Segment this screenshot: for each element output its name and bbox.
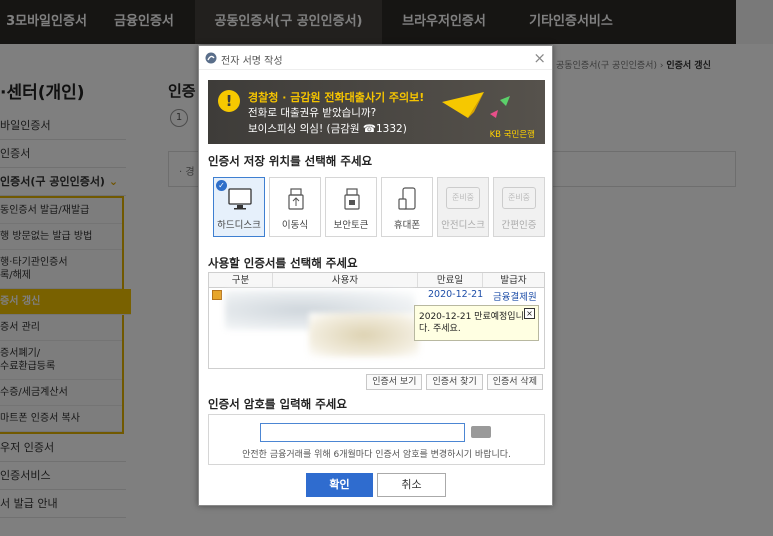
tooltip-text: 2020-12-21 만료예정입니다. 주세요. [419, 312, 524, 334]
virtual-keyboard-icon[interactable] [471, 426, 491, 438]
col-type[interactable]: 구분 [209, 273, 273, 287]
safe-disk-icon: 준비중 [446, 187, 480, 209]
storage-label-simple-auth: 간편인증 [501, 220, 537, 231]
banner-headline: 경찰청 · 금감원 전화대출사기 주의보! [248, 91, 425, 104]
storage-label-safe-disk: 안전디스크 [441, 220, 485, 231]
dialog-titlebar[interactable]: 전자 서명 작성 × [199, 46, 552, 70]
kb-logo: KB 국민은행 [489, 130, 535, 140]
cert-table: 구분 사용자 만료일 발급자 2020-12-21 금융결제원 2020-12-… [208, 272, 545, 369]
monitor-icon [228, 188, 252, 210]
dialog-title: 전자 서명 작성 [221, 56, 283, 67]
banner-line2: 전화로 대출권유 받았습니까? [248, 107, 377, 119]
phone-icon [398, 187, 416, 210]
storage-selector: ✓ 하드디스크 이동식 보안토큰 휴대폰 준비중 안전디스크 준비중 간편인증 [213, 177, 545, 237]
cert-expiry: 2020-12-21 [428, 289, 484, 300]
cancel-button[interactable]: 취소 [377, 473, 446, 497]
paper-plane-icon [442, 92, 510, 118]
cert-action-buttons: 인증서 보기 인증서 찾기 인증서 삭제 [366, 374, 543, 390]
storage-simple-auth: 준비중 간편인증 [493, 177, 545, 237]
tooltip-close-icon[interactable]: × [524, 308, 535, 319]
delete-cert-button[interactable]: 인증서 삭제 [486, 374, 543, 390]
storage-label-removable: 이동식 [281, 220, 309, 231]
storage-label-phone: 휴대폰 [393, 220, 421, 231]
password-box: 안전한 금융거래를 위해 6개월마다 인증서 암호를 변경하시기 바랍니다. [208, 414, 545, 465]
redacted-area-2 [309, 313, 419, 357]
cert-table-header: 구분 사용자 만료일 발급자 [209, 273, 544, 288]
storage-removable[interactable]: 이동식 [269, 177, 321, 237]
find-cert-button[interactable]: 인증서 찾기 [426, 374, 483, 390]
storage-token[interactable]: 보안토큰 [325, 177, 377, 237]
storage-harddisk[interactable]: ✓ 하드디스크 [213, 177, 265, 237]
usb-icon [288, 188, 304, 210]
ok-button[interactable]: 확인 [306, 473, 373, 497]
warning-icon: ! [218, 90, 240, 112]
banner-line3: 보이스피싱 의심! (금감원 ☎1332) [248, 123, 407, 135]
warning-banner[interactable]: ! 경찰청 · 금감원 전화대출사기 주의보! 전화로 대출권유 받았습니까? … [208, 80, 545, 144]
col-user[interactable]: 사용자 [273, 273, 418, 287]
storage-label-token: 보안토큰 [333, 220, 369, 231]
storage-safe-disk: 준비중 안전디스크 [437, 177, 489, 237]
storage-section-title: 인증서 저장 위치를 선택해 주세요 [208, 154, 373, 168]
app-logo-icon [205, 52, 217, 64]
close-icon[interactable]: × [533, 49, 546, 67]
storage-label-harddisk: 하드디스크 [217, 220, 261, 231]
check-icon: ✓ [216, 180, 227, 191]
password-help-text: 안전한 금융거래를 위해 6개월마다 인증서 암호를 변경하시기 바랍니다. [242, 450, 511, 460]
signature-dialog: 전자 서명 작성 × ! 경찰청 · 금감원 전화대출사기 주의보! 전화로 대… [198, 45, 553, 506]
expiry-tooltip: 2020-12-21 만료예정입니다. 주세요. × [414, 305, 539, 341]
col-issuer[interactable]: 발급자 [483, 273, 544, 287]
cert-issuer: 금융결제원 [493, 292, 537, 303]
simple-auth-icon: 준비중 [502, 187, 536, 209]
cert-section-title: 사용할 인증서를 선택해 주세요 [208, 256, 358, 270]
password-section-title: 인증서 암호를 입력해 주세요 [208, 397, 347, 411]
token-icon [344, 188, 360, 210]
view-cert-button[interactable]: 인증서 보기 [366, 374, 423, 390]
storage-phone[interactable]: 휴대폰 [381, 177, 433, 237]
certificate-icon [212, 290, 222, 300]
password-input[interactable] [260, 423, 465, 442]
col-expiry[interactable]: 만료일 [418, 273, 483, 287]
